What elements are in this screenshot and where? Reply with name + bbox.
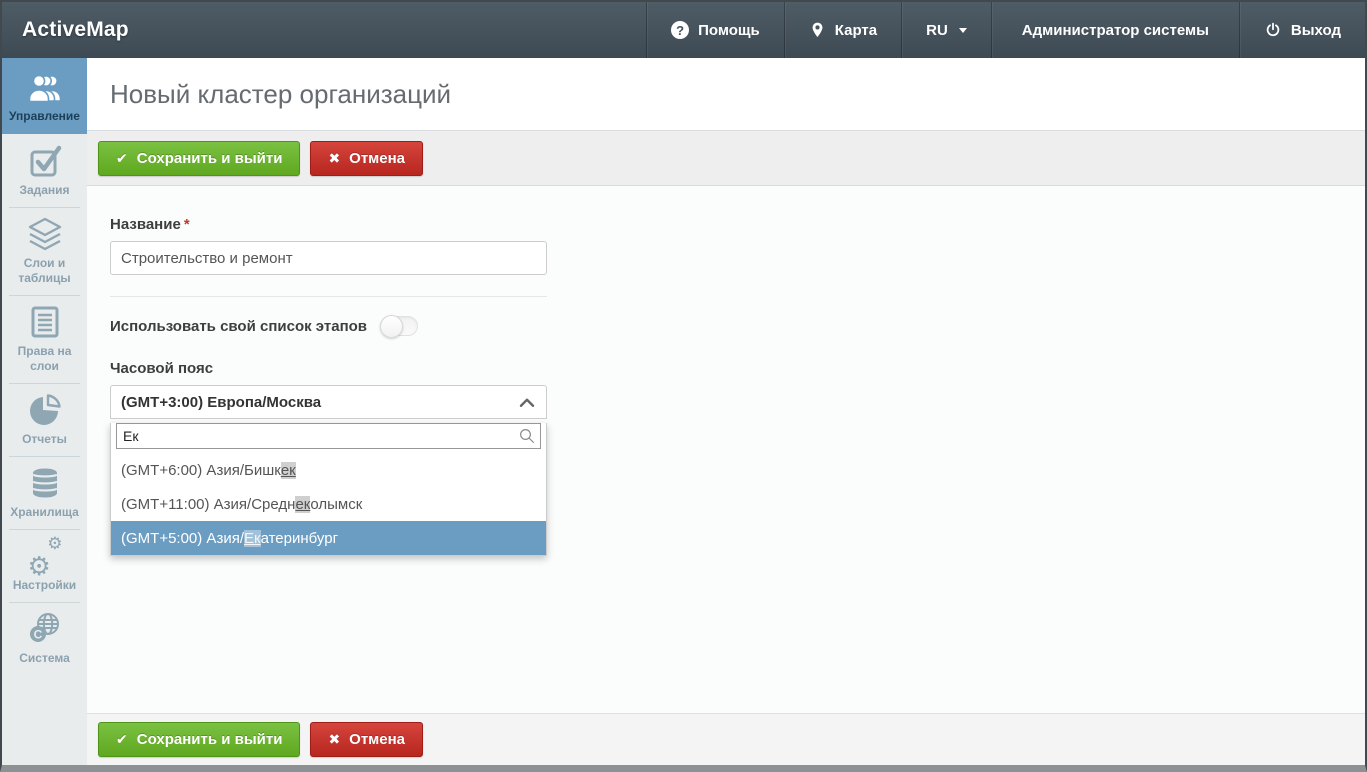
sidebar-item-label: Система bbox=[19, 651, 70, 666]
search-icon bbox=[518, 427, 536, 445]
sidebar-item-system[interactable]: C Система bbox=[2, 602, 87, 675]
nav-map-label: Карта bbox=[835, 22, 877, 39]
match-highlight: Ек bbox=[244, 530, 261, 547]
stages-toggle[interactable] bbox=[380, 316, 418, 336]
form-content: Название* Использовать свой список этапо… bbox=[87, 186, 1365, 713]
nav-logout-label: Выход bbox=[1291, 22, 1341, 39]
save-and-exit-button[interactable]: ✔ Сохранить и выйти bbox=[98, 141, 300, 176]
save-and-exit-label: Сохранить и выйти bbox=[137, 731, 283, 748]
caret-down-icon bbox=[959, 28, 967, 33]
checkbox-check-icon bbox=[26, 144, 64, 178]
activemap-logo: ActiveMap bbox=[2, 2, 149, 58]
nav-help[interactable]: ? Помощь bbox=[646, 2, 784, 58]
nav-help-label: Помощь bbox=[698, 22, 760, 39]
match-highlight: ек bbox=[295, 496, 310, 513]
timezone-select-header[interactable]: (GMT+3:00) Европа/Москва bbox=[110, 385, 547, 419]
nav-language[interactable]: RU bbox=[901, 2, 991, 58]
check-icon: ✔ bbox=[116, 150, 128, 167]
main-panel: Новый кластер организаций ✔ Сохранить и … bbox=[87, 58, 1365, 765]
cross-icon: ✖ bbox=[328, 150, 340, 167]
sidebar-item-reports[interactable]: Отчеты bbox=[2, 383, 87, 456]
name-field-label: Название* bbox=[110, 216, 547, 233]
cancel-label: Отмена bbox=[349, 150, 405, 167]
globe-icon: C bbox=[26, 612, 64, 646]
match-highlight: ек bbox=[281, 462, 296, 479]
database-icon bbox=[26, 466, 64, 500]
timezone-search-input[interactable] bbox=[116, 423, 541, 449]
top-action-bar: ✔ Сохранить и выйти ✖ Отмена bbox=[87, 131, 1365, 186]
svg-text:C: C bbox=[33, 628, 42, 642]
help-icon: ? bbox=[671, 21, 689, 39]
map-pin-icon bbox=[809, 20, 826, 40]
cancel-label: Отмена bbox=[349, 731, 405, 748]
sidebar-item-label: Задания bbox=[19, 183, 69, 198]
timezone-selected-value: (GMT+3:00) Европа/Москва bbox=[121, 394, 321, 411]
sidebar-item-storages[interactable]: Хранилища bbox=[2, 456, 87, 529]
sidebar-item-tasks[interactable]: Задания bbox=[2, 134, 87, 207]
nav-user[interactable]: Администратор системы bbox=[991, 2, 1239, 58]
app-window: ActiveMap ? Помощь Карта RU Администрато… bbox=[0, 0, 1367, 772]
nav-language-label: RU bbox=[926, 22, 948, 39]
required-asterisk: * bbox=[184, 216, 190, 233]
cancel-button-bottom[interactable]: ✖ Отмена bbox=[310, 722, 423, 757]
layers-icon bbox=[26, 217, 64, 251]
timezone-option-selected[interactable]: (GMT+5:00) Азия/Екатеринбург bbox=[111, 521, 546, 555]
form-divider bbox=[110, 296, 547, 297]
timezone-select: (GMT+3:00) Европа/Москва (GMT+6:00) Азия… bbox=[110, 385, 547, 556]
power-icon bbox=[1264, 21, 1282, 39]
pie-chart-icon bbox=[26, 393, 64, 427]
sidebar-item-layers-tables[interactable]: Слои и таблицы bbox=[2, 207, 87, 295]
bottom-action-bar: ✔ Сохранить и выйти ✖ Отмена bbox=[87, 713, 1365, 765]
topbar-nav: ? Помощь Карта RU Администратор системы bbox=[646, 2, 1365, 58]
save-and-exit-label: Сохранить и выйти bbox=[137, 150, 283, 167]
nav-map[interactable]: Карта bbox=[784, 2, 901, 58]
cancel-button[interactable]: ✖ Отмена bbox=[310, 141, 423, 176]
timezone-option[interactable]: (GMT+11:00) Азия/Среднеколымск bbox=[111, 487, 546, 521]
page-header: Новый кластер организаций bbox=[87, 58, 1365, 131]
check-icon: ✔ bbox=[116, 731, 128, 748]
nav-logout[interactable]: Выход bbox=[1239, 2, 1365, 58]
cross-icon: ✖ bbox=[328, 731, 340, 748]
timezone-field-label: Часовой пояс bbox=[110, 360, 547, 377]
users-icon bbox=[26, 70, 64, 104]
page-title: Новый кластер организаций bbox=[110, 79, 451, 110]
sidebar-item-label: Права на слои bbox=[4, 344, 85, 374]
name-input[interactable] bbox=[110, 241, 547, 275]
toggle-knob bbox=[380, 315, 403, 338]
sidebar-item-label: Слои и таблицы bbox=[4, 256, 85, 286]
timezone-option[interactable]: (GMT+6:00) Азия/Бишкек bbox=[111, 453, 546, 487]
sidebar-item-label: Управление bbox=[9, 109, 80, 124]
topbar: ActiveMap ? Помощь Карта RU Администрато… bbox=[2, 2, 1365, 58]
sidebar-item-layer-rights[interactable]: Права на слои bbox=[2, 295, 87, 383]
sidebar-item-management[interactable]: Управление bbox=[2, 58, 87, 134]
stages-toggle-label: Использовать свой список этапов bbox=[110, 318, 367, 335]
sidebar-item-settings[interactable]: ⚙ ⚙ Настройки bbox=[2, 529, 87, 602]
sidebar-item-label: Отчеты bbox=[22, 432, 67, 447]
sidebar: Управление Задания bbox=[2, 58, 87, 765]
document-list-icon bbox=[26, 305, 64, 339]
timezone-dropdown-panel: (GMT+6:00) Азия/Бишкек (GMT+11:00) Азия/… bbox=[110, 423, 547, 556]
nav-user-label: Администратор системы bbox=[1022, 22, 1209, 39]
gears-icon: ⚙ ⚙ bbox=[27, 539, 63, 573]
chevron-up-icon bbox=[518, 395, 536, 409]
save-and-exit-button-bottom[interactable]: ✔ Сохранить и выйти bbox=[98, 722, 300, 757]
sidebar-item-label: Хранилища bbox=[10, 505, 79, 520]
